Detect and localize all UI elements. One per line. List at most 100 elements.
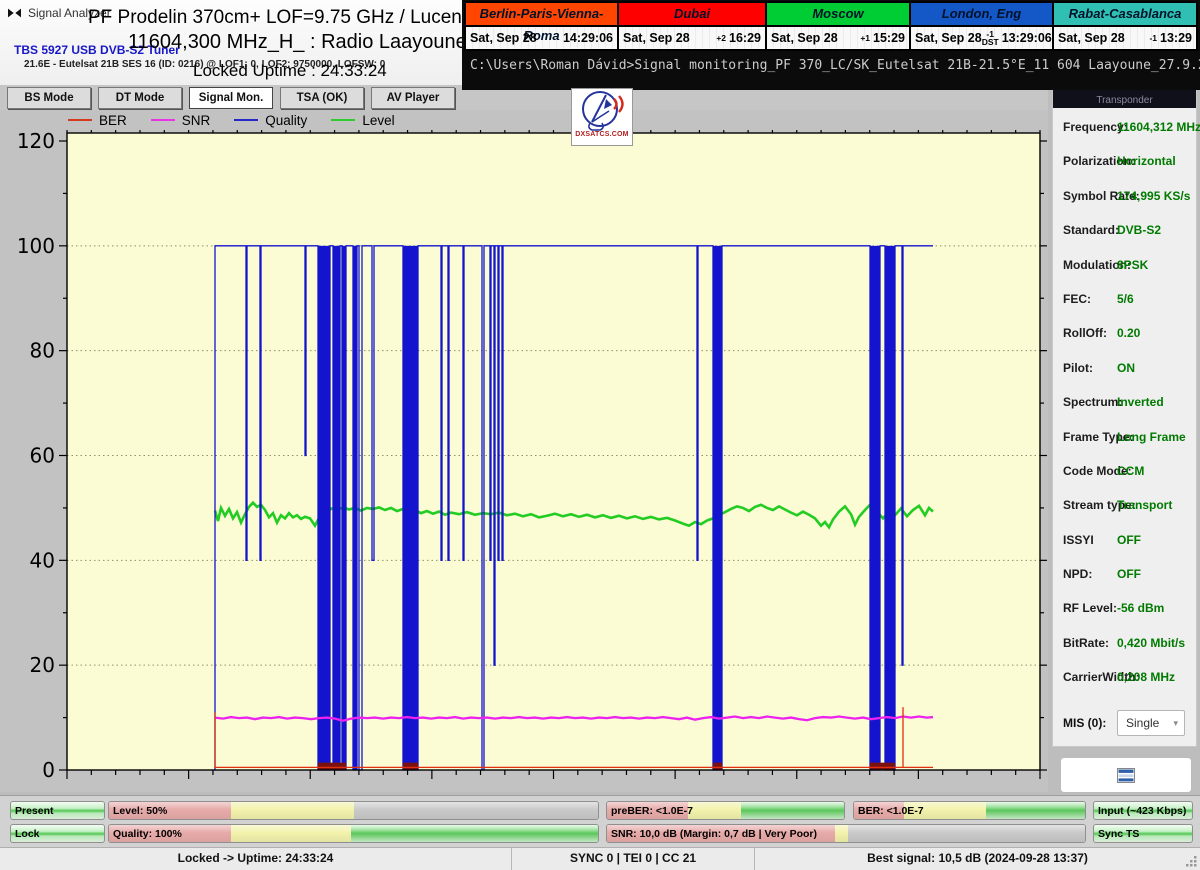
ber-indicator-bar: BER: <1.0E-7 — [853, 801, 1086, 820]
legend-label: Quality — [265, 113, 307, 128]
clock-utc-offset: +1 — [860, 34, 870, 42]
param-value: 5/6 — [1117, 292, 1134, 306]
signal-analyzer-app: { "window": { "title": "Signal Analyzer"… — [0, 0, 1200, 870]
param-value: 0,420 Mbit/s — [1117, 636, 1185, 650]
param-polarization: Polarization:Horizontal — [1053, 145, 1196, 179]
param-label: RollOff: — [1063, 326, 1107, 340]
tab-dt-mode[interactable]: DT Mode — [98, 87, 182, 109]
param-stream-type: Stream type:Transport — [1053, 489, 1196, 523]
clock-city: Berlin-Paris-Vienna-Roma — [466, 3, 617, 27]
param-label: Standard: — [1063, 223, 1119, 237]
level-label: Level: 50% — [113, 805, 167, 817]
y-axis-label: 120 — [17, 130, 55, 153]
bar-segment-green — [351, 825, 598, 842]
param-label: BitRate: — [1063, 636, 1109, 650]
clock-time: 13:29 — [1160, 31, 1192, 45]
console-window: Berlin-Paris-Vienna-RomaSat, Sep 2814:29… — [462, 0, 1200, 90]
clock-date: Sat, Sep 28 — [771, 31, 838, 45]
clock-datetime: Sat, Sep 28+216:29 — [619, 27, 765, 49]
y-axis-label: 60 — [30, 444, 55, 468]
ber-bump — [870, 763, 895, 770]
param-fec: FEC: 5/6 — [1053, 283, 1196, 317]
quality-label: Quality: 100% — [113, 828, 182, 840]
param-label: Pilot: — [1063, 361, 1093, 375]
resize-grip[interactable] — [1186, 856, 1198, 868]
frequency-title: 11604,300 MHz_H_ : Radio Laayoune — [128, 31, 467, 54]
quality-dropout-band — [333, 246, 340, 770]
preber-indicator-bar: preBER: <1.0E-7 — [606, 801, 845, 820]
param-pilot: Pilot: ON — [1053, 352, 1196, 386]
mis-select[interactable]: Single ▾ — [1117, 710, 1185, 736]
quality-dropout-band — [870, 246, 880, 770]
clock-city: Moscow — [767, 3, 909, 27]
present-label: Present — [15, 805, 54, 817]
param-label: Spectrum: — [1063, 395, 1122, 409]
ber-bump — [318, 763, 346, 770]
legend-item-snr: SNR — [151, 113, 211, 128]
y-axis-label: 20 — [30, 653, 55, 677]
status-segment-1: SYNC 0 | TEI 0 | CC 21 — [512, 848, 755, 870]
param-value: CCM — [1117, 464, 1144, 478]
param-symbol-rate: Symbol Rate:174,995 KS/s — [1053, 180, 1196, 214]
bar-segment-green — [741, 802, 844, 819]
clock-rabat-casablanca: Rabat-CasablancaSat, Sep 28-113:29 — [1054, 3, 1196, 49]
log-window-icon — [1117, 768, 1135, 783]
y-axis-label: 100 — [17, 234, 55, 258]
clock-time: 15:29 — [873, 31, 905, 45]
legend-item-quality: Quality — [234, 113, 307, 128]
legend-swatch-quality — [234, 119, 258, 121]
bar-segment-green — [986, 802, 1085, 819]
tab-tsa-ok[interactable]: TSA (OK) — [280, 87, 364, 109]
ber-bump — [403, 763, 418, 770]
clock-utc-offset: -1DST — [982, 30, 999, 46]
console-prompt: C:\Users\Roman Dávid>Signal monitoring_P… — [470, 58, 1200, 73]
bar-segment-grey — [354, 802, 599, 819]
tab-av-player[interactable]: AV Player — [371, 87, 455, 109]
bar-segments — [109, 802, 598, 819]
quality-dropout-band — [885, 246, 895, 770]
lock-indicator-bar: Lock — [10, 824, 105, 843]
param-frame-type: Frame Type:Long Frame — [1053, 421, 1196, 455]
clock-datetime: Sat, Sep 28 +115:29 — [767, 27, 909, 49]
quality-dropout-band — [318, 246, 330, 770]
param-bitrate: BitRate: 0,420 Mbit/s — [1053, 627, 1196, 661]
locked-uptime: Locked Uptime : 24:33:24 — [193, 61, 387, 81]
clock-berlin-paris-vienna-roma: Berlin-Paris-Vienna-RomaSat, Sep 2814:29… — [466, 3, 619, 49]
quality-dropout-band — [713, 246, 722, 770]
param-label: FEC: — [1063, 292, 1091, 306]
legend-swatch-level — [331, 119, 355, 121]
param-spectrum: Spectrum:Inverted — [1053, 386, 1196, 420]
param-code-mode: Code Mode:CCM — [1053, 455, 1196, 489]
mis-row: MIS (0): Single ▾ — [1053, 708, 1196, 738]
satellite-dish-icon — [576, 89, 628, 133]
clock-date: Sat, Sep 28 — [470, 31, 537, 45]
ts-log-button[interactable] — [1060, 757, 1192, 793]
clock-date: Sat, Sep 28 — [623, 31, 690, 45]
present-indicator-bar: Present — [10, 801, 105, 820]
status-segment-0: Locked -> Uptime: 24:33:24 — [0, 848, 512, 870]
chevron-down-icon: ▾ — [1173, 718, 1178, 729]
legend-swatch-ber — [68, 119, 92, 121]
y-axis-label: 0 — [42, 758, 55, 782]
param-value: Transport — [1117, 498, 1172, 512]
tab-signal-mon[interactable]: Signal Mon. — [189, 87, 273, 109]
param-rolloff: RollOff:0.20 — [1053, 317, 1196, 351]
bar-segment-yellow — [231, 825, 351, 842]
legend-label: BER — [99, 113, 127, 128]
param-npd: NPD:OFF — [1053, 558, 1196, 592]
transponder-panel: Transponder Frequency:11604,312 MHzPolar… — [1052, 85, 1197, 747]
clock-moscow: Moscow Sat, Sep 28 +115:29 — [767, 3, 911, 49]
param-value: OFF — [1117, 567, 1141, 581]
tab-bs-mode[interactable]: BS Mode — [7, 87, 91, 109]
param-value: Inverted — [1117, 395, 1164, 409]
app-header: Signal Analyzer PF Prodelin 370cm+ LOF=9… — [0, 0, 462, 85]
mis-value: Single — [1126, 716, 1159, 730]
clock-city: London, Eng — [911, 3, 1052, 27]
syncts-label: Sync TS — [1098, 828, 1139, 840]
clock-time: 13:29:06 — [1002, 31, 1052, 45]
world-clocks: Berlin-Paris-Vienna-RomaSat, Sep 2814:29… — [464, 1, 1198, 51]
param-value: ON — [1117, 361, 1135, 375]
param-frequency: Frequency:11604,312 MHz — [1053, 111, 1196, 145]
legend-item-level: Level — [331, 113, 394, 128]
legend-swatch-snr — [151, 119, 175, 121]
